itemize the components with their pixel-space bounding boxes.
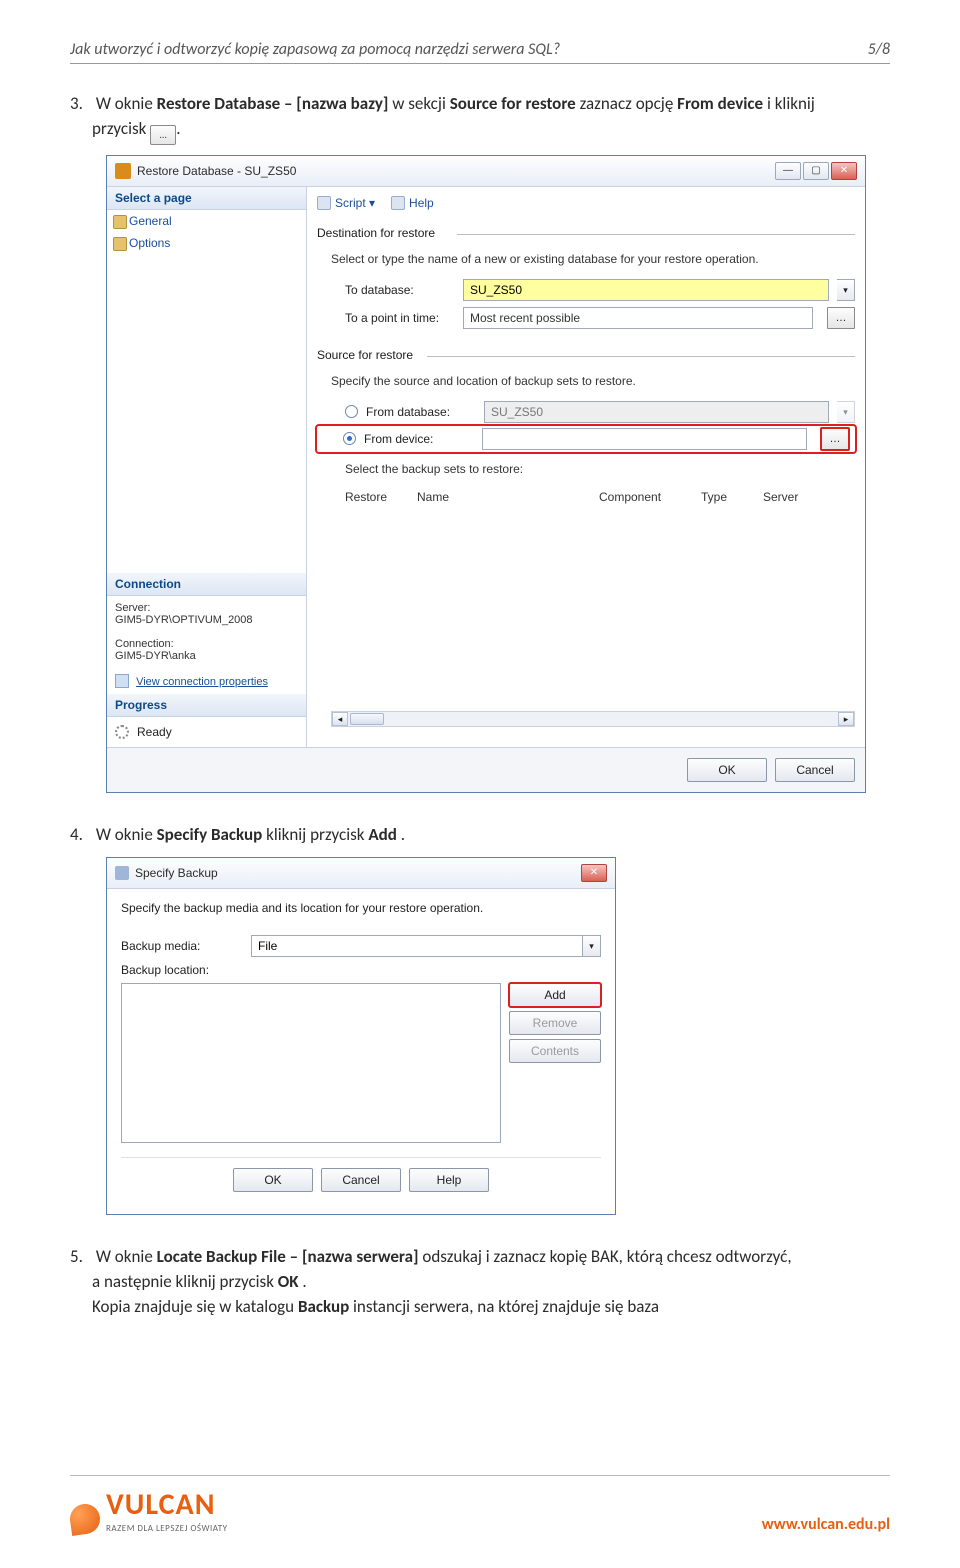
from-database-radio[interactable]	[345, 405, 358, 418]
doc-page-number: 5/8	[868, 40, 890, 59]
to-database-dropdown[interactable]: ▾	[837, 279, 855, 301]
scroll-right-icon[interactable]: ▸	[838, 712, 854, 726]
to-point-in-time-label: To a point in time:	[345, 311, 455, 325]
from-device-label: From device:	[364, 432, 474, 446]
destination-group-title: Destination for restore	[317, 226, 855, 240]
ok-button[interactable]: OK	[233, 1168, 313, 1192]
destination-hint: Select or type the name of a new or exis…	[317, 246, 855, 276]
close-button[interactable]: ✕	[831, 162, 857, 180]
contents-button: Contents	[509, 1039, 601, 1063]
remove-button: Remove	[509, 1011, 601, 1035]
window-title: Specify Backup	[135, 866, 575, 880]
connection-info: Server: GIM5-DYR\OPTIVUM_2008 Connection…	[107, 596, 306, 694]
backup-sets-list[interactable]: ◂ ▸	[331, 512, 855, 727]
backup-media-label: Backup media:	[121, 939, 241, 953]
close-button[interactable]: ✕	[581, 864, 607, 882]
connection-header: Connection	[107, 573, 306, 596]
step-4-num: 4.	[70, 823, 92, 848]
sidebar-item-options[interactable]: Options	[107, 232, 306, 254]
to-time-browse-button[interactable]: …	[827, 307, 855, 329]
step-5-num: 5.	[70, 1245, 92, 1270]
help-button[interactable]: Help	[391, 196, 434, 210]
help-button[interactable]: Help	[409, 1168, 489, 1192]
select-page-header: Select a page	[107, 187, 306, 210]
specify-hint: Specify the backup media and its locatio…	[121, 901, 601, 929]
from-device-browse-button[interactable]: …	[821, 428, 849, 450]
script-button[interactable]: Script ▾	[317, 196, 375, 210]
spinner-icon	[115, 725, 129, 739]
scroll-thumb[interactable]	[350, 713, 384, 725]
window-title: Restore Database - SU_ZS50	[137, 164, 769, 178]
backup-location-list[interactable]	[121, 983, 501, 1143]
titlebar: Restore Database - SU_ZS50 — ▢ ✕	[107, 156, 865, 187]
view-connection-properties-link[interactable]: View connection properties	[136, 676, 268, 688]
ellipsis-icon: …	[150, 125, 176, 145]
source-group-title: Source for restore	[317, 348, 855, 362]
restore-database-window: Restore Database - SU_ZS50 — ▢ ✕ Select …	[106, 155, 866, 793]
logo-mark-icon	[68, 1502, 102, 1536]
dialog-icon	[115, 866, 129, 880]
progress-status: Ready	[137, 725, 172, 739]
from-database-label: From database:	[366, 405, 476, 419]
from-database-dropdown: ▾	[837, 401, 855, 423]
ok-button[interactable]: OK	[687, 758, 767, 782]
to-database-label: To database:	[345, 283, 455, 297]
to-database-input[interactable]	[463, 279, 829, 301]
page-footer: VULCAN RAZEM DLA LEPSZEJ OŚWIATY www.vul…	[70, 1475, 890, 1534]
horizontal-scrollbar[interactable]: ◂ ▸	[331, 711, 855, 727]
sidebar-item-general[interactable]: General	[107, 210, 306, 232]
step-5: 5. W oknie Locate Backup File – [nazwa s…	[70, 1245, 890, 1319]
maximize-button[interactable]: ▢	[803, 162, 829, 180]
backup-location-label: Backup location:	[121, 963, 241, 977]
specify-backup-window: Specify Backup ✕ Specify the backup medi…	[106, 857, 616, 1215]
vulcan-logo: VULCAN RAZEM DLA LEPSZEJ OŚWIATY	[70, 1486, 228, 1534]
step-4: 4. W oknie Specify Backup kliknij przyci…	[70, 823, 890, 848]
to-point-in-time-input[interactable]	[463, 307, 813, 329]
document-header: Jak utworzyć i odtworzyć kopię zapasową …	[70, 40, 890, 64]
source-hint: Specify the source and location of backu…	[317, 368, 855, 398]
backup-media-dropdown[interactable]: ▾	[583, 935, 601, 957]
script-icon	[317, 196, 331, 210]
site-url: www.vulcan.edu.pl	[762, 1515, 890, 1534]
backup-sets-header: Restore Name Component Type Server	[317, 486, 855, 508]
from-device-radio[interactable]	[343, 432, 356, 445]
cancel-button[interactable]: Cancel	[321, 1168, 401, 1192]
from-database-input	[484, 401, 829, 423]
add-button[interactable]: Add	[509, 983, 601, 1007]
step-3-num: 3.	[70, 92, 92, 117]
step-3: 3. W oknie Restore Database – [nazwa baz…	[70, 92, 890, 145]
backup-media-select[interactable]	[251, 935, 583, 957]
cancel-button[interactable]: Cancel	[775, 758, 855, 782]
titlebar: Specify Backup ✕	[107, 858, 615, 889]
help-icon	[391, 196, 405, 210]
app-icon	[115, 163, 131, 179]
select-sets-label: Select the backup sets to restore:	[317, 452, 855, 486]
scroll-left-icon[interactable]: ◂	[332, 712, 348, 726]
progress-header: Progress	[107, 694, 306, 717]
doc-title: Jak utworzyć i odtworzyć kopię zapasową …	[70, 40, 560, 59]
from-device-input[interactable]	[482, 428, 807, 450]
properties-icon	[115, 674, 129, 688]
minimize-button[interactable]: —	[775, 162, 801, 180]
